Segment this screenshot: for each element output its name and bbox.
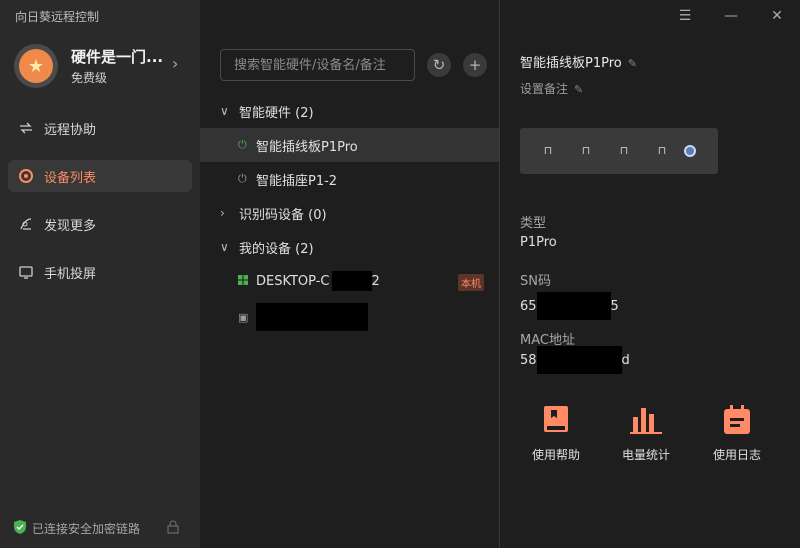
- sn-suffix: 5: [610, 298, 619, 314]
- nav-item-discover[interactable]: 发现更多: [8, 208, 192, 240]
- device-detail: ☰ — ✕ 智能插线板P1Pro ✎ 设置备注 ✎ ⊓ ⊓ ⊓ ⊓ 类型 P1Pro…: [501, 0, 800, 548]
- usage-log-icon: [702, 404, 772, 436]
- minimize-button[interactable]: —: [708, 0, 754, 32]
- avatar: ★: [14, 44, 58, 88]
- nav-item-remote-assist[interactable]: 远程协助: [8, 112, 192, 144]
- menu-icon: ☰: [678, 8, 692, 24]
- nav-label: 手机投屏: [44, 266, 97, 282]
- connection-status: 已连接安全加密链路: [14, 520, 140, 537]
- close-icon: ✕: [771, 8, 783, 24]
- edit-icon[interactable]: ✎: [628, 57, 637, 70]
- mac-value: 58 d: [520, 346, 630, 374]
- user-name: 硬件是一门...: [71, 48, 164, 66]
- action-label: 电量统计: [621, 448, 670, 462]
- chevron-down-icon: ∨: [220, 240, 229, 254]
- chevron-right-icon: ›: [172, 54, 179, 73]
- shield-check-icon: [14, 520, 26, 537]
- tree-device-desktop[interactable]: DESKTOP-C 2 本机: [200, 264, 499, 298]
- tree-device-redacted[interactable]: ▣: [200, 300, 499, 334]
- window-controls: ☰ — ✕: [662, 0, 800, 32]
- power-icon: ⏻: [238, 172, 247, 185]
- user-level: 免费级: [71, 71, 108, 85]
- group-label: 我的设备 (2): [239, 241, 314, 257]
- socket-icon: ⊓: [657, 144, 667, 157]
- device-label: 智能插线板P1Pro: [256, 139, 358, 155]
- chevron-right-icon: ›: [220, 206, 225, 220]
- type-value: P1Pro: [520, 235, 557, 250]
- set-note[interactable]: 设置备注 ✎: [520, 80, 583, 97]
- device-title-text: 智能插线板P1Pro: [520, 56, 622, 71]
- refresh-button[interactable]: ↻: [427, 53, 451, 77]
- sn-value: 65 5: [520, 292, 619, 320]
- action-label: 使用日志: [712, 448, 761, 462]
- nav-label: 发现更多: [44, 218, 97, 234]
- socket-icon: ⊓: [543, 144, 553, 157]
- help-button[interactable]: 使用帮助: [521, 404, 591, 463]
- screen-cast-icon: [17, 263, 35, 281]
- type-label: 类型: [520, 216, 547, 231]
- device-list-icon: [17, 167, 35, 185]
- local-badge: 本机: [458, 274, 484, 291]
- device-label-prefix: DESKTOP-C: [256, 273, 330, 289]
- sidebar: 向日葵远程控制 ★ 硬件是一门... 免费级 › 远程协助 设备列表 发现更多 …: [0, 0, 200, 548]
- nav-item-screen-cast[interactable]: 手机投屏: [8, 256, 192, 288]
- tree-group-mine[interactable]: ∨ 我的设备 (2): [200, 230, 499, 264]
- chevron-down-icon: ∨: [220, 104, 229, 118]
- power-stats-button[interactable]: 电量统计: [611, 404, 681, 463]
- redacted-block: [536, 346, 622, 374]
- redacted-block: [256, 303, 368, 331]
- group-label: 识别码设备 (0): [239, 207, 327, 223]
- socket-icon: ⊓: [619, 144, 629, 157]
- mac-prefix: 58: [520, 352, 537, 368]
- usage-log-button[interactable]: 使用日志: [702, 404, 772, 463]
- redacted-block: [536, 292, 611, 320]
- nav-label: 设备列表: [44, 170, 97, 186]
- device-label-suffix: 2: [371, 273, 380, 289]
- close-button[interactable]: ✕: [754, 0, 800, 32]
- refresh-icon: ↻: [432, 56, 446, 74]
- app-title: 向日葵远程控制: [15, 10, 100, 24]
- note-text: 设置备注: [520, 82, 569, 96]
- tree-group-idcode[interactable]: › 识别码设备 (0): [200, 196, 499, 230]
- device-icon: ▣: [238, 310, 249, 324]
- power-stats-icon: [611, 404, 681, 436]
- power-button-icon: [684, 145, 696, 157]
- nav-label: 远程协助: [44, 122, 97, 138]
- minimize-icon: —: [724, 8, 738, 24]
- group-label: 智能硬件 (2): [239, 105, 314, 121]
- socket-icon: ⊓: [581, 144, 591, 157]
- tree-device-p1pro[interactable]: ⏻ 智能插线板P1Pro: [200, 128, 499, 162]
- sn-prefix: 65: [520, 298, 537, 314]
- device-title[interactable]: 智能插线板P1Pro ✎: [520, 52, 637, 71]
- help-book-icon: [521, 404, 591, 436]
- windows-icon: [238, 274, 252, 288]
- discover-icon: [17, 215, 35, 233]
- search-input[interactable]: [220, 49, 415, 81]
- device-panel: ↻ + ∨ 智能硬件 (2) ⏻ 智能插线板P1Pro ⏻ 智能插座P1-2 ›…: [200, 0, 500, 548]
- sn-label: SN码: [520, 274, 551, 289]
- action-label: 使用帮助: [531, 448, 580, 462]
- remote-assist-icon: [17, 119, 35, 137]
- device-label: 智能插座P1-2: [256, 173, 338, 189]
- nav-item-device-list[interactable]: 设备列表: [8, 160, 192, 192]
- device-image: ⊓ ⊓ ⊓ ⊓: [520, 128, 718, 174]
- plus-icon: +: [468, 56, 482, 74]
- add-button[interactable]: +: [463, 53, 487, 77]
- tree-group-hardware[interactable]: ∨ 智能硬件 (2): [200, 94, 499, 128]
- power-icon: ⏻: [238, 138, 247, 151]
- lock-icon[interactable]: [167, 520, 179, 538]
- tree-device-p1-2[interactable]: ⏻ 智能插座P1-2: [200, 162, 499, 196]
- star-icon: ★: [19, 49, 53, 83]
- mac-suffix: d: [621, 352, 630, 368]
- edit-icon[interactable]: ✎: [574, 83, 583, 96]
- profile-card[interactable]: ★ 硬件是一门... 免费级 ›: [14, 42, 190, 92]
- status-text: 已连接安全加密链路: [32, 522, 141, 536]
- menu-button[interactable]: ☰: [662, 0, 708, 32]
- redacted-block: [331, 271, 372, 291]
